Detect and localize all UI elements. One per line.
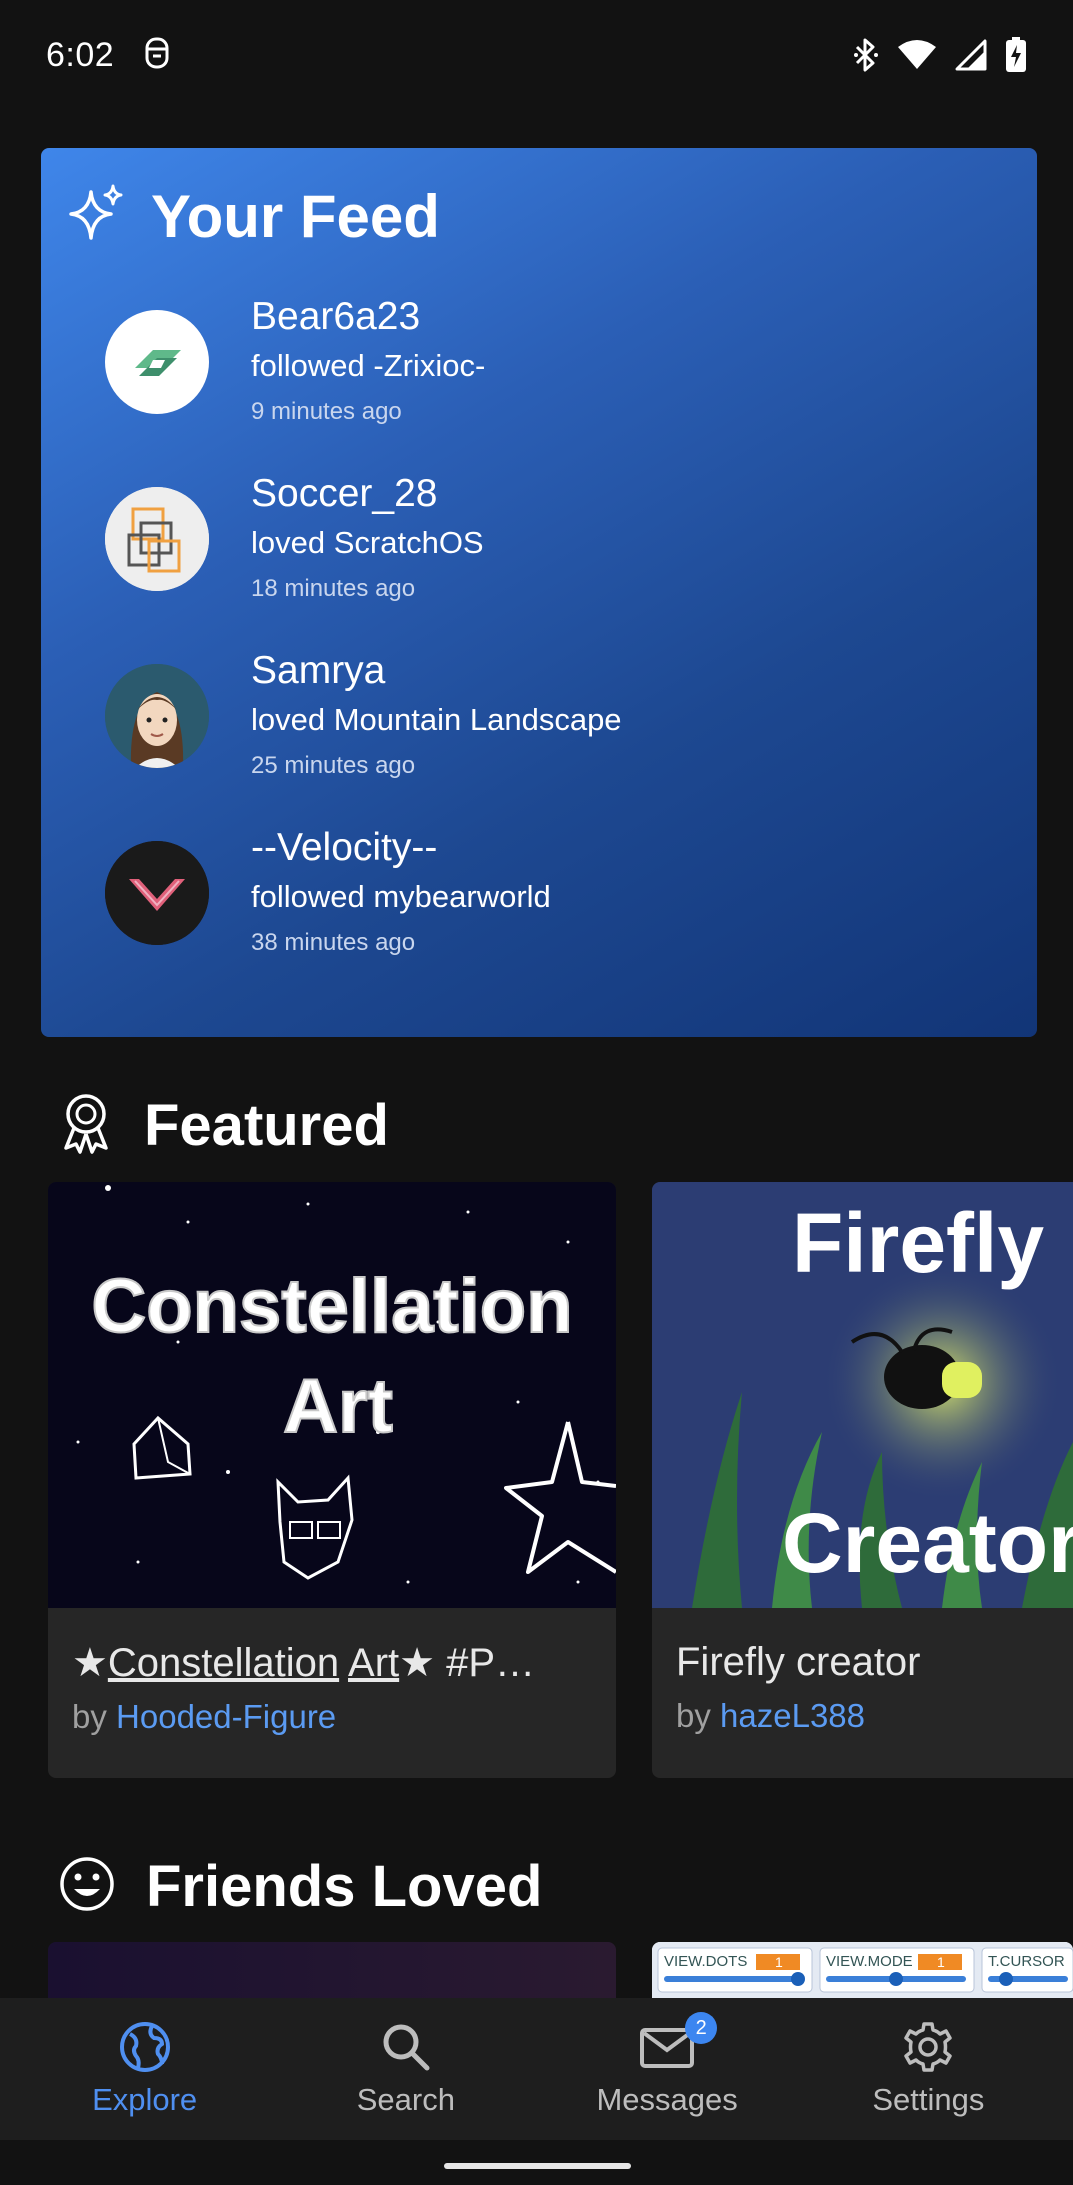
bluetooth-icon [853,37,879,73]
battery-charging-icon [1005,37,1027,73]
nav-search[interactable]: Search [286,2020,526,2118]
feed-username[interactable]: Samrya [251,646,622,696]
nav-label: Search [356,2082,455,2117]
status-bar: 6:02 [0,0,1073,110]
feed-username[interactable]: --Velocity-- [251,823,551,873]
feed-item[interactable]: --Velocity-- followed mybearworld 38 min… [105,813,1005,973]
project-title[interactable]: Firefly creator [676,1640,1053,1685]
partial-label: VIEW.DOTS [664,1953,747,1970]
thumb-text: Constellation [91,1264,572,1349]
feed-item[interactable]: Soccer_28 loved ScratchOS 18 minutes ago [105,459,1005,619]
avatar[interactable] [105,841,209,945]
nav-settings[interactable]: Settings [808,2020,1048,2118]
nav-explore[interactable]: Explore [25,2020,265,2118]
feed-title: Your Feed [151,183,440,250]
author-link[interactable]: hazeL388 [720,1697,865,1734]
gesture-handle[interactable] [444,2163,631,2169]
feed-action: loved Mountain Landscape [251,702,622,737]
friends-loved-title: Friends Loved [146,1854,543,1919]
feed-username[interactable]: Soccer_28 [251,469,484,519]
messages-badge: 2 [685,2012,718,2044]
smiley-icon [58,1855,116,1918]
thumb-text: Art [283,1364,393,1449]
project-card[interactable]: Firefly Creator Firefly creator by hazeL… [652,1182,1073,1778]
partial-value: 1 [937,1954,945,1970]
feed-item[interactable]: Bear6a23 followed -Zrixioc- 9 minutes ag… [105,282,1005,442]
project-thumbnail[interactable]: Firefly Creator [652,1182,1073,1608]
project-title[interactable]: ★Constellation Art★ #P… [72,1640,596,1686]
feed-action: followed -Zrixioc- [251,348,486,383]
feed-timestamp: 25 minutes ago [251,752,416,779]
award-ribbon-icon [58,1092,114,1159]
avatar[interactable] [105,664,209,768]
project-card[interactable]: Constellation Art ★Constellation Art★ #P… [48,1182,616,1778]
author-link[interactable]: Hooded-Figure [116,1698,336,1735]
nav-messages[interactable]: 2 Messages [547,2012,787,2118]
sparkles-icon [65,182,129,251]
feed-username[interactable]: Bear6a23 [251,292,485,342]
feed-timestamp: 38 minutes ago [251,929,416,956]
partial-label: VIEW.MODE [826,1953,913,1970]
wifi-icon [897,39,937,71]
recorder-icon [144,36,170,75]
nav-label: Explore [92,2082,198,2117]
globe-icon [118,2020,172,2074]
thumb-text: Creator [782,1496,1073,1590]
cellular-signal-icon [955,39,987,71]
status-time: 6:02 [46,35,115,74]
partial-label: T.CURSOR [988,1953,1065,1970]
nav-label: Messages [596,2082,738,2117]
feed-action: followed mybearworld [251,879,551,914]
feed-timestamp: 18 minutes ago [251,575,416,602]
project-card[interactable] [48,1942,616,2002]
feed-action: loved ScratchOS [251,525,484,560]
thumb-text: Firefly [792,1196,1044,1290]
partial-value: 1 [775,1954,783,1970]
avatar[interactable] [105,310,209,414]
friends-loved-header: Friends Loved [58,1853,542,1920]
project-author: by hazeL388 [676,1697,866,1734]
your-feed-card: Your Feed Bear6a23 followed -Zrixioc- 9 … [41,148,1037,1037]
avatar[interactable] [105,487,209,591]
project-thumbnail[interactable]: Constellation Art [48,1182,616,1608]
project-card[interactable]: VIEW.DOTS VIEW.MODE T.CURSOR 1 1 [652,1942,1073,2002]
nav-label: Settings [872,2082,985,2117]
search-icon [379,2020,433,2074]
feed-timestamp: 9 minutes ago [251,398,402,425]
bottom-navigation: Explore Search 2 Messages Settings [0,1998,1073,2140]
feed-item[interactable]: Samrya loved Mountain Landscape 25 minut… [105,636,1005,796]
feed-header: Your Feed [65,182,440,251]
gear-icon [901,2020,955,2074]
featured-title: Featured [144,1093,389,1158]
featured-header: Featured [58,1092,389,1159]
project-author: by Hooded-Figure [72,1698,337,1735]
